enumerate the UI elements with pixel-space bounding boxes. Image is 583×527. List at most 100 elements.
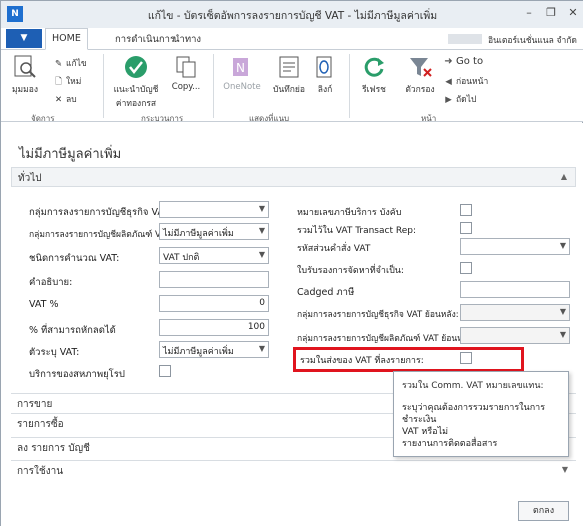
goto-label: Go to [456,56,484,67]
tab-actions[interactable]: การดำเนินการ [115,32,175,47]
reverse-bus-posting-group-dropdown[interactable]: ▼ [460,304,570,321]
deductible-percent-input[interactable]: 100 [159,319,269,336]
tab-home[interactable]: HOME [45,28,88,50]
fasttab-purchases-label: รายการซื้อ [17,419,64,430]
next-label: ถัดไป [456,95,477,105]
edit-button[interactable]: ✎ แก้ไข [53,56,87,70]
previous-arrow-icon: ◀ [445,77,452,87]
link-icon [316,56,332,78]
copy-label: Copy... [171,82,201,92]
onenote-label: OneNote [223,82,261,92]
caged-tax-label: Cadged ภาษี [297,287,355,298]
filter-button[interactable]: ตัวกรอง [401,54,439,96]
fasttab-usage[interactable]: การใช้งาน ▼ [11,460,576,480]
vat-identifier-value: ไม่มีภาษีมูลค่าเพิ่ม [163,347,234,357]
vat-prod-posting-group-label: กลุ่มการลงรายการบัญชีผลิตภัณฑ์ VAT: [29,230,173,240]
field-highlight-box [293,347,524,372]
notes-button[interactable]: บันทึกย่อ [269,54,309,96]
new-button[interactable]: 🗋 ใหม่ [53,74,81,90]
tab-navigate[interactable]: นำทาง [173,32,201,47]
fasttab-general-label: ทั่วไป [18,173,42,184]
vat-prod-posting-group-dropdown[interactable]: ไม่มีภาษีมูลค่าเพิ่ม ▼ [159,223,269,240]
minimize-button[interactable]: – [518,4,540,22]
copy-button[interactable]: Copy... [167,54,205,92]
chevron-down-icon: ▼ [561,465,568,474]
cert-required-checkbox[interactable] [460,262,472,274]
service-note-label: หมายเลขภาษีบริการ บังคับ [297,208,402,218]
copy-icon [176,56,196,78]
ok-button[interactable]: ตกลง [518,501,569,521]
company-name: อินเตอร์เนชั่นแนล จำกัด [488,36,577,46]
page-title: ไม่มีภาษีมูลค่าเพิ่ม [19,147,122,162]
ribbon: มุมมอง ✎ แก้ไข 🗋 ใหม่ ✕ ลบ จัดการ แนะนำบัญช… [1,50,583,123]
view-button[interactable]: มุมมอง [7,54,43,96]
reverse-prod-posting-group-dropdown[interactable]: ▼ [460,327,570,344]
caged-tax-input[interactable] [460,281,570,298]
card-content: ไม่มีภาษีมูลค่าเพิ่ม ทั่วไป ▲ กลุ่มการลง… [1,123,583,527]
view-label: มุมมอง [11,85,39,95]
reverse-bus-posting-group-label: กลุ่มการลงรายการบัญชีธุรกิจ VAT ย้อนหลัง… [297,310,459,320]
vat-calc-type-dropdown[interactable]: VAT ปกติ ▼ [159,247,269,264]
delete-label: ลบ [66,95,77,105]
field-tooltip: รวมใน Comm. VAT หมายเลขแทน: ระบุว่าคุณต้… [393,371,569,457]
previous-button[interactable]: ◀ ก่อนหน้า [443,74,488,88]
chevron-down-icon: ▼ [559,241,566,250]
chevron-down-icon: ▼ [559,330,566,339]
vat-transact-rep-checkbox[interactable] [460,222,472,234]
tooltip-body-line-3: รายงานการติดตอสื่อสาร [402,439,498,449]
ribbon-separator [349,54,350,118]
title-bar: N แก้ไข - บัตรเซ็ตอัพการลงรายการบัญชี VA… [1,1,583,28]
vat-identifier-label: ตัวระบุ VAT: [29,347,80,358]
next-button[interactable]: ▶ ถัดไป [443,92,476,106]
next-arrow-icon: ▶ [445,95,452,105]
restore-button[interactable]: ❐ [540,4,562,22]
notes-label: บันทึกย่อ [272,85,306,95]
dialog-window: N แก้ไข - บัตรเซ็ตอัพการลงรายการบัญชี VA… [0,0,583,527]
fasttab-usage-label: การใช้งาน [17,466,64,477]
svg-text:N: N [236,61,245,75]
new-label: ใหม่ [66,77,82,87]
service-note-checkbox[interactable] [460,204,472,216]
user-name-redacted [448,34,482,44]
onenote-icon: N [233,58,248,76]
edit-label: แก้ไข [66,59,87,69]
links-button[interactable]: ลิงก์ [311,54,339,96]
ribbon-separator [103,54,104,118]
ribbon-tabs: ▼ HOME การดำเนินการ นำทาง อินเตอร์เนชั่น… [1,28,583,50]
ribbon-separator [213,54,214,118]
vat-percent-input[interactable]: 0 [159,295,269,312]
vat-transact-rep-label: รวมไว้ใน VAT Transact Rep: [297,226,416,236]
chevron-up-icon: ▲ [560,172,567,181]
close-button[interactable]: ✕ [562,4,583,22]
filter-icon [410,58,432,77]
description-input[interactable] [159,271,269,288]
deductible-percent-label: % ที่สามารถหักลดได้ [29,325,116,336]
reverse-prod-posting-group-label: กลุ่มการลงรายการบัญชีผลิตภัณฑ์ VAT ย้อนห… [297,334,476,344]
tooltip-body-line-1: ระบุว่าคุณต้องการรวมรายการในการชำระเงิน [402,403,546,425]
suggest-accounts-label: แนะนำบัญชีค่าทองกรส [113,85,159,109]
suggest-accounts-button[interactable]: แนะนำบัญชีค่าทองกรส [111,54,161,110]
eu-service-checkbox[interactable] [159,365,171,377]
vat-percent-label: VAT % [29,299,59,310]
onenote-button[interactable]: N OneNote [219,54,265,92]
vat-clause-code-dropdown[interactable]: ▼ [460,238,570,255]
vat-clause-code-label: รหัสส่วนคำสั่ง VAT [297,244,371,254]
eu-service-label: บริการของสหภาพยุโรป [29,369,125,380]
vat-calc-type-label: ชนิดการคำนวณ VAT: [29,253,120,264]
chevron-down-icon: ▼ [258,226,265,235]
new-document-icon: 🗋 [55,77,62,87]
refresh-icon [364,57,384,77]
filter-label: ตัวกรอง [405,85,435,95]
goto-button[interactable]: ➜ Go to [443,56,483,67]
delete-button[interactable]: ✕ ลบ [53,92,77,106]
fasttab-posting-accounts-label: ลง รายการ บัญชี [17,443,90,454]
tooltip-title: รวมใน Comm. VAT หมายเลขแทน: [402,381,544,391]
refresh-button[interactable]: รีเฟรช [357,54,391,96]
goto-arrow-icon: ➜ [444,56,453,67]
vat-bus-posting-group-dropdown[interactable]: ▼ [159,201,269,218]
chevron-down-icon: ▼ [258,250,265,259]
refresh-label: รีเฟรช [362,85,386,95]
vat-identifier-dropdown[interactable]: ไม่มีภาษีมูลค่าเพิ่ม ▼ [159,341,269,358]
file-menu-button[interactable]: ▼ [6,29,42,48]
fasttab-general[interactable]: ทั่วไป ▲ [11,167,576,187]
